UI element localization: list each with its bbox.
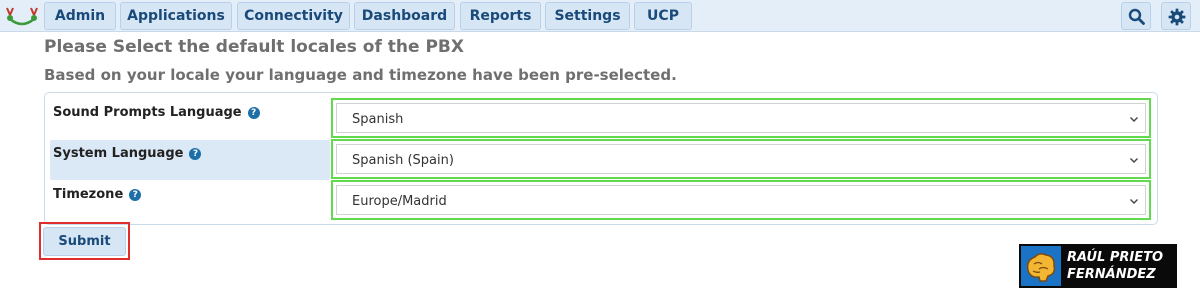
nav-applications[interactable]: Applications [120,2,232,30]
system-language-select[interactable]: Spanish (Spain) [336,144,1146,174]
timezone-value: Europe/Madrid [352,194,447,209]
locale-form-panel: Sound Prompts Language? Spanish System L… [44,92,1158,225]
sound-prompts-language-label-text: Sound Prompts Language [53,105,242,120]
timezone-highlight: Europe/Madrid [331,180,1151,220]
timezone-select[interactable]: Europe/Madrid [336,185,1146,215]
nav-connectivity[interactable]: Connectivity [237,2,350,30]
settings-button[interactable] [1161,2,1191,30]
sound-prompts-language-select[interactable]: Spanish [336,103,1146,133]
gear-icon [1168,8,1186,26]
system-language-label: System Language? [53,146,202,161]
watermark-line-2: FERNÁNDEZ [1067,267,1156,282]
help-icon[interactable]: ? [189,148,202,160]
timezone-label-text: Timezone [53,187,124,202]
nav-dashboard[interactable]: Dashboard [354,2,455,30]
chevron-down-icon [1130,117,1138,122]
page-subtitle: Based on your locale your language and t… [44,66,677,84]
nav-reports[interactable]: Reports [460,2,541,30]
freepbx-logo-icon[interactable] [4,3,40,29]
system-language-highlight: Spanish (Spain) [331,139,1151,179]
submit-button[interactable]: Submit [43,227,126,256]
chevron-down-icon [1130,158,1138,163]
sound-prompts-language-label: Sound Prompts Language? [53,105,260,120]
system-language-value: Spanish (Spain) [352,153,454,168]
author-logo [1021,246,1061,286]
timezone-label: Timezone? [53,187,142,202]
sound-prompts-language-value: Spanish [352,112,404,127]
help-icon[interactable]: ? [129,189,142,201]
system-language-label-text: System Language [53,146,184,161]
chevron-down-icon [1130,199,1138,204]
nav-admin[interactable]: Admin [44,2,116,30]
nav-settings[interactable]: Settings [545,2,630,30]
brain-icon [1026,253,1056,282]
sound-prompts-language-highlight: Spanish [331,98,1151,138]
search-button[interactable] [1121,2,1151,30]
nav-ucp[interactable]: UCP [634,2,692,30]
search-icon [1128,8,1145,25]
page-title: Please Select the default locales of the… [44,37,464,57]
help-icon[interactable]: ? [247,107,260,119]
watermark-line-1: RAÚL PRIETO [1067,250,1164,265]
top-navigation-bar: Admin Applications Connectivity Dashboar… [0,0,1200,32]
author-watermark: RAÚL PRIETO FERNÁNDEZ [1019,244,1177,288]
